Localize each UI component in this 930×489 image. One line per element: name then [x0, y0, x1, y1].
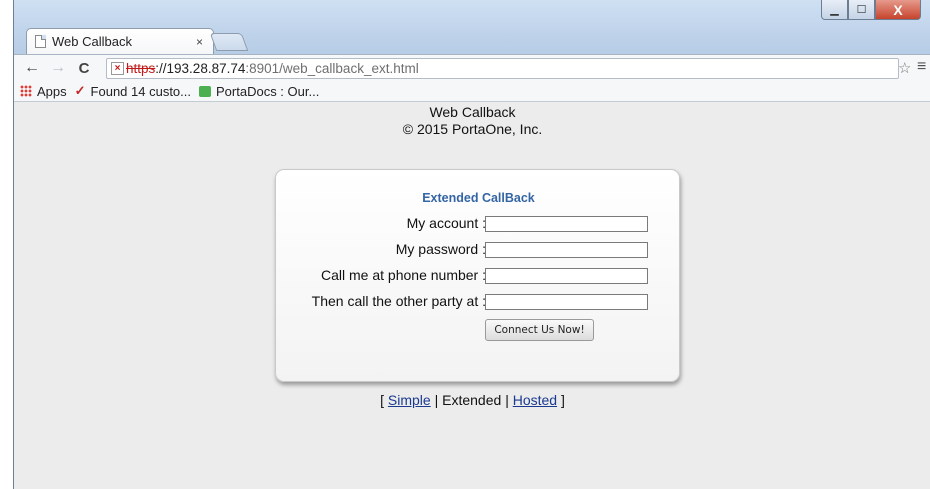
browser-window: Web Callback × ▁ ☐ X ← → C × https ://19… [13, 0, 930, 489]
hosted-mode-link[interactable]: Hosted [513, 392, 557, 408]
account-row: My account : [276, 214, 681, 234]
minimize-button[interactable]: ▁ [821, 0, 848, 20]
connect-button[interactable]: Connect Us Now! [485, 319, 594, 341]
callme-row: Call me at phone number : [276, 266, 681, 286]
bookmark-found-customers[interactable]: ✓ Found 14 custo... [75, 83, 191, 99]
reload-button[interactable]: C [76, 60, 92, 77]
bracket-close: ] [560, 392, 565, 408]
form-heading: Extended CallBack [422, 191, 535, 205]
bracket-open: [ [380, 392, 385, 408]
bookmark-label: PortaDocs : Our... [216, 83, 320, 99]
bookmarks-bar: Apps ✓ Found 14 custo... PortaDocs : Our… [14, 81, 930, 102]
menu-icon[interactable]: ≡ [917, 58, 926, 76]
url-host: ://193.28.87.74 [155, 61, 246, 76]
new-tab-button[interactable] [209, 33, 249, 51]
callback-form-panel: Extended CallBack My account : My passwo… [275, 169, 680, 382]
broken-lock-icon[interactable]: × [111, 62, 124, 75]
url-path: :8901/web_callback_ext.html [245, 61, 419, 76]
password-label: My password : [395, 241, 486, 257]
separator: | [434, 392, 439, 408]
simple-mode-link[interactable]: Simple [388, 392, 431, 408]
page-content: Web Callback © 2015 PortaOne, Inc. Exten… [14, 102, 930, 489]
other-party-row: Then call the other party at : [276, 292, 681, 312]
address-bar[interactable]: × https ://193.28.87.74 :8901/web_callba… [106, 58, 899, 79]
account-label: My account : [406, 215, 486, 231]
page-icon [35, 35, 46, 48]
browser-tab[interactable]: Web Callback × [26, 28, 214, 54]
tab-title: Web Callback [52, 34, 132, 49]
close-window-button[interactable]: X [875, 0, 921, 20]
apps-icon [20, 85, 32, 97]
url-scheme: https [126, 61, 156, 76]
other-party-input[interactable] [485, 294, 648, 310]
page-title: Web Callback [429, 104, 516, 120]
back-button[interactable]: ← [24, 59, 40, 77]
check-icon: ✓ [74, 83, 86, 98]
password-input[interactable] [485, 242, 648, 258]
title-bar: Web Callback × ▁ ☐ X [14, 0, 930, 54]
maximize-button[interactable]: ☐ [848, 0, 875, 20]
account-input[interactable] [485, 216, 648, 232]
callme-phone-input[interactable] [485, 268, 648, 284]
portadocs-icon [199, 85, 211, 97]
tab-close-icon[interactable]: × [196, 35, 203, 49]
separator: | [505, 392, 509, 408]
bookmark-apps[interactable]: Apps [20, 84, 67, 99]
mode-switcher: [ Simple | Extended | Hosted ] [14, 392, 930, 408]
other-party-label: Then call the other party at : [311, 293, 486, 309]
bookmark-star-icon[interactable]: ☆ [898, 59, 911, 77]
bookmark-label: Found 14 custo... [90, 83, 191, 99]
callme-label: Call me at phone number : [321, 267, 486, 283]
extended-mode-current: Extended [442, 392, 502, 408]
bookmark-label: Apps [37, 83, 67, 99]
browser-toolbar: ← → C × https ://193.28.87.74 :8901/web_… [14, 54, 930, 81]
bookmark-portadocs[interactable]: PortaDocs : Our... [199, 84, 319, 99]
password-row: My password : [276, 240, 681, 260]
forward-button[interactable]: → [50, 59, 66, 77]
copyright-notice: © 2015 PortaOne, Inc. [402, 121, 543, 137]
window-controls: ▁ ☐ X [821, 0, 921, 20]
